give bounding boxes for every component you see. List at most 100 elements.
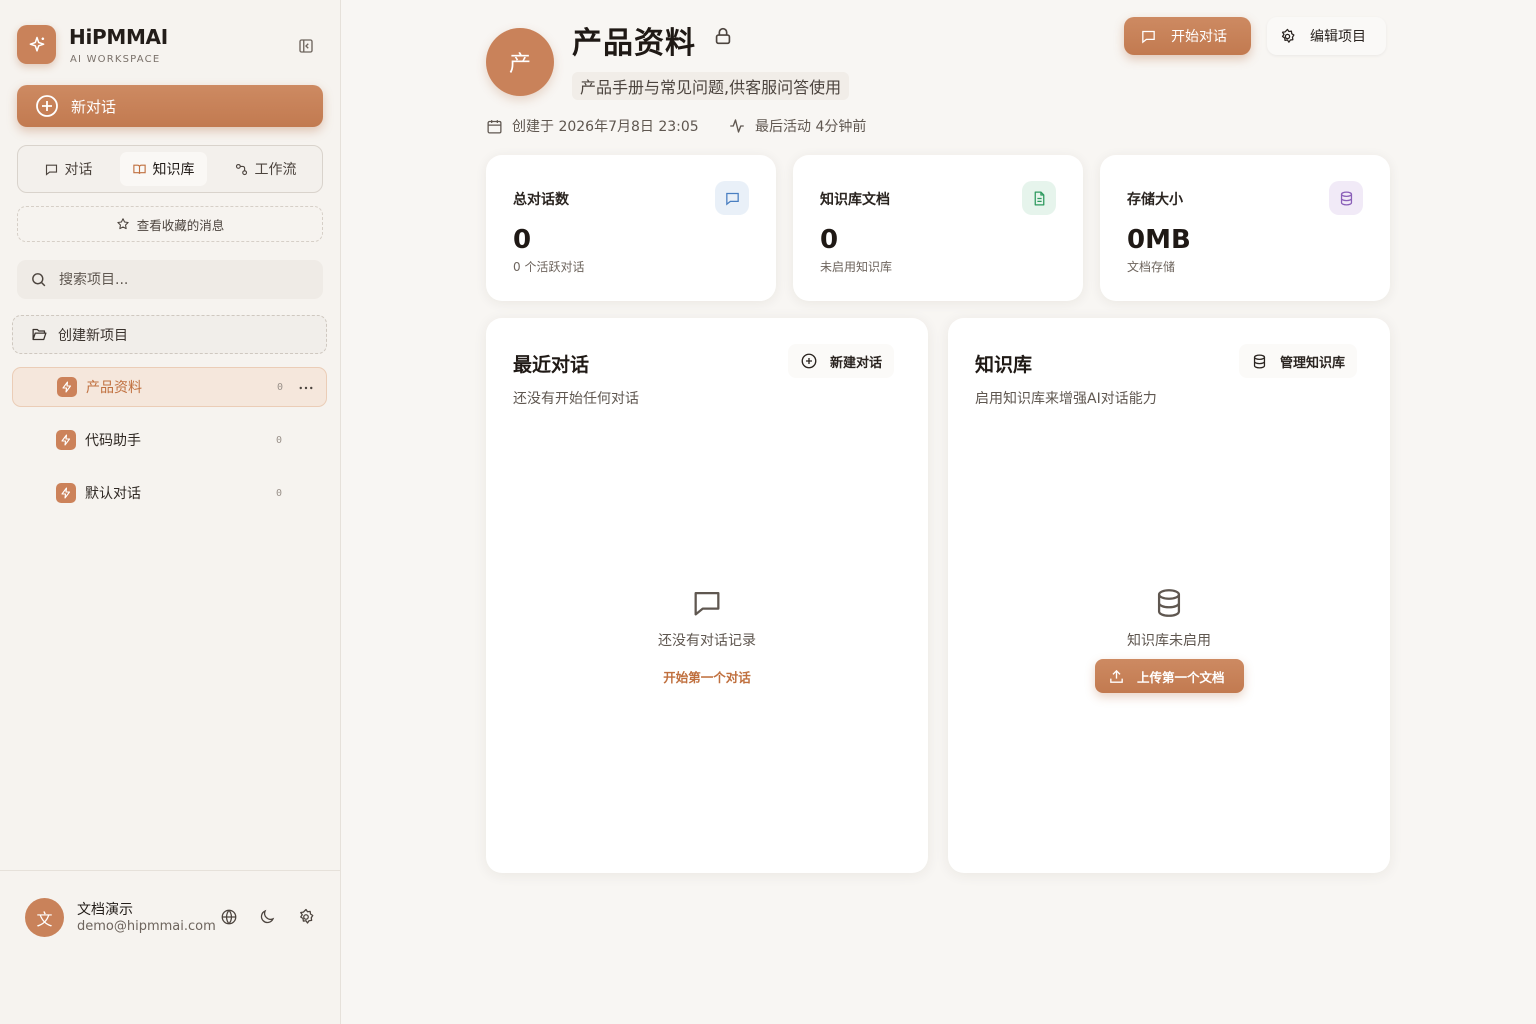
empty-chat-icon xyxy=(690,586,724,620)
panel-subtitle: 还没有开始任何对话 xyxy=(513,391,639,407)
brand: HiPMMAI AI WORKSPACE xyxy=(17,25,323,65)
plus-circle-icon xyxy=(36,95,58,117)
project-name: 代码助手 xyxy=(85,433,141,449)
panel-subtitle: 启用知识库来增强AI对话能力 xyxy=(975,391,1157,407)
sparkle-logo-icon xyxy=(17,25,56,64)
star-icon xyxy=(117,218,129,230)
tab-workflow[interactable]: 工作流 xyxy=(222,152,309,186)
project-avatar: 产 xyxy=(486,28,554,96)
avatar[interactable]: 文 xyxy=(25,898,64,937)
bolt-icon xyxy=(56,430,76,450)
upload-first-document-button[interactable]: 上传第一个文档 xyxy=(1095,659,1244,693)
project-item-default-chat[interactable]: 默认对话 0 xyxy=(12,473,327,513)
document-icon xyxy=(1022,181,1056,215)
stat-value: 0MB xyxy=(1127,225,1191,255)
search-input[interactable] xyxy=(59,271,299,288)
lock-icon xyxy=(712,25,734,47)
calendar-icon xyxy=(487,119,502,134)
knowledge-base-panel: 知识库 启用知识库来增强AI对话能力 管理知识库 知识库未启用 上传第一个文档 xyxy=(948,318,1390,873)
tab-knowledge-base-label: 知识库 xyxy=(152,162,195,178)
tab-chat[interactable]: 对话 xyxy=(32,152,105,186)
start-chat-label: 开始对话 xyxy=(1171,29,1227,45)
moon-icon[interactable] xyxy=(258,908,276,926)
stat-subtext: 0 个活跃对话 xyxy=(513,260,585,274)
stat-label: 知识库文档 xyxy=(820,192,890,208)
view-favorites-button[interactable]: 查看收藏的消息 xyxy=(17,206,323,242)
view-favorites-label: 查看收藏的消息 xyxy=(136,217,225,233)
new-chat-button[interactable]: 新对话 xyxy=(17,85,323,127)
empty-state-text: 还没有对话记录 xyxy=(658,633,756,649)
message-icon xyxy=(1142,30,1155,43)
gear-icon xyxy=(1281,28,1295,43)
project-count: 0 xyxy=(276,487,283,499)
new-chat-panel-button[interactable]: 新建对话 xyxy=(788,344,895,378)
stat-card-total-chats: 总对话数 0 0 个活跃对话 xyxy=(486,155,776,301)
user-area: 文 文档演示 demo@hipmmai.com xyxy=(0,870,340,1024)
plus-circle-icon xyxy=(801,353,817,369)
project-name: 默认对话 xyxy=(85,486,141,502)
create-project-label: 创建新项目 xyxy=(58,327,128,344)
stat-label: 总对话数 xyxy=(513,192,569,208)
main-content: 产 产品资料 产品手册与常见问题,供客服问答使用 创建于 2026年7月8日 2… xyxy=(341,0,1536,1024)
project-count: 0 xyxy=(277,381,284,393)
empty-database-icon xyxy=(1152,586,1186,620)
edit-project-label: 编辑项目 xyxy=(1310,29,1366,45)
tab-chat-label: 对话 xyxy=(64,162,93,178)
user-email: demo@hipmmai.com xyxy=(77,919,216,934)
search-box xyxy=(17,260,323,299)
globe-icon[interactable] xyxy=(220,908,238,926)
stat-subtext: 文档存储 xyxy=(1127,260,1176,274)
panel-title: 最近对话 xyxy=(513,354,590,376)
last-activity: 最后活动 4分钟前 xyxy=(728,116,866,136)
tab-workflow-label: 工作流 xyxy=(254,162,297,178)
database-icon xyxy=(1329,181,1363,215)
stat-label: 存储大小 xyxy=(1127,192,1183,208)
manage-kb-button[interactable]: 管理知识库 xyxy=(1239,344,1358,378)
empty-state-text: 知识库未启用 xyxy=(1127,633,1211,649)
project-name: 产品资料 xyxy=(86,380,142,396)
edit-project-button[interactable]: 编辑项目 xyxy=(1267,17,1386,55)
project-item-code-assistant[interactable]: 代码助手 0 xyxy=(12,420,327,460)
created-date-text: 创建于 2026年7月8日 23:05 xyxy=(512,119,699,135)
created-date: 创建于 2026年7月8日 23:05 xyxy=(486,116,699,136)
project-description: 产品手册与常见问题,供客服问答使用 xyxy=(572,72,850,100)
book-icon xyxy=(132,164,146,174)
bolt-icon xyxy=(57,377,77,397)
panel-title: 知识库 xyxy=(975,354,1033,376)
tab-knowledge-base[interactable]: 知识库 xyxy=(119,152,207,186)
start-first-chat-link[interactable]: 开始第一个对话 xyxy=(486,667,928,686)
brand-name: HiPMMAI xyxy=(69,25,168,49)
new-chat-label: 新对话 xyxy=(71,97,117,116)
workflow-icon xyxy=(235,163,247,175)
sidebar-tabs: 对话 知识库 工作流 xyxy=(17,145,323,193)
stat-value: 0 xyxy=(820,225,839,255)
bolt-icon xyxy=(56,483,76,503)
database-icon xyxy=(1253,353,1266,369)
brand-subtitle: AI WORKSPACE xyxy=(70,54,161,65)
upload-first-document-label: 上传第一个文档 xyxy=(1137,669,1225,685)
project-item-product-docs[interactable]: 产品资料 0 xyxy=(12,367,327,407)
more-options-icon[interactable] xyxy=(297,379,315,397)
collapse-sidebar-icon[interactable] xyxy=(297,37,315,55)
user-name: 文档演示 xyxy=(77,902,133,918)
folder-open-icon xyxy=(32,328,47,341)
message-icon xyxy=(45,164,57,176)
recent-chats-panel: 最近对话 还没有开始任何对话 新建对话 还没有对话记录 开始第一个对话 xyxy=(486,318,928,873)
stat-card-kb-docs: 知识库文档 0 未启用知识库 xyxy=(793,155,1083,301)
activity-icon xyxy=(730,119,744,133)
page-title: 产品资料 xyxy=(572,26,696,61)
stat-value: 0 xyxy=(513,225,532,255)
stat-card-storage: 存储大小 0MB 文档存储 xyxy=(1100,155,1390,301)
chat-icon xyxy=(715,181,749,215)
start-chat-button[interactable]: 开始对话 xyxy=(1124,17,1251,55)
upload-icon xyxy=(1110,669,1123,683)
gear-icon[interactable] xyxy=(297,908,315,926)
create-project-button[interactable]: 创建新项目 xyxy=(12,315,327,354)
last-activity-text: 最后活动 4分钟前 xyxy=(755,119,867,135)
new-chat-panel-label: 新建对话 xyxy=(830,355,883,371)
search-icon xyxy=(32,273,46,287)
project-count: 0 xyxy=(276,434,283,446)
stat-subtext: 未启用知识库 xyxy=(820,260,893,274)
sidebar: HiPMMAI AI WORKSPACE 新对话 对话 知识库 工作流 查看收藏… xyxy=(0,0,341,1024)
manage-kb-label: 管理知识库 xyxy=(1280,355,1346,371)
